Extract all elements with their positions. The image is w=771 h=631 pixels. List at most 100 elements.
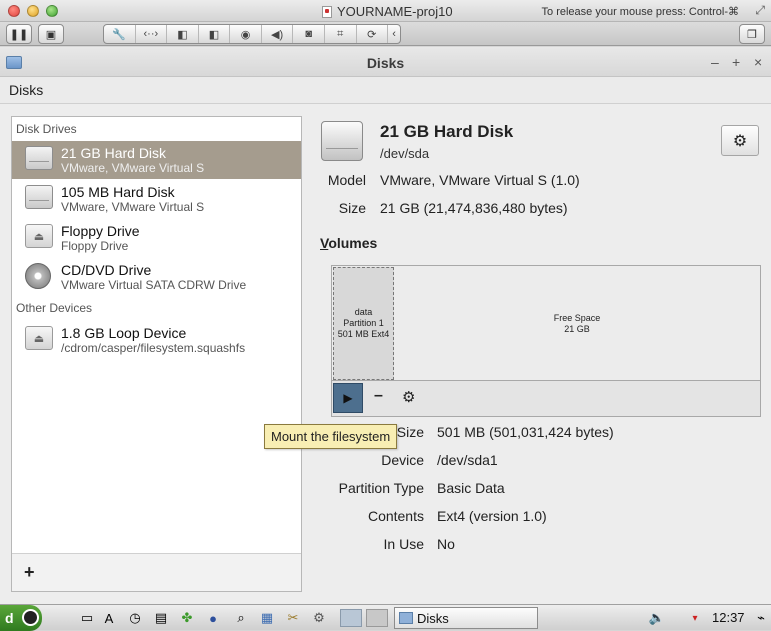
- drive-subtitle: /cdrom/casper/filesystem.squashfs: [61, 341, 246, 355]
- settings-icon[interactable]: ⚙: [310, 609, 328, 627]
- start-orb-icon: [22, 609, 39, 626]
- disk-icon[interactable]: ◧: [199, 25, 231, 43]
- window-icon: ❐: [747, 28, 757, 41]
- hard-disk-icon: [25, 185, 55, 213]
- volume-map: data Partition 1 501 MB Ext4 Free Space …: [331, 265, 761, 381]
- app-menu[interactable]: Disks: [9, 82, 43, 98]
- close-window-button[interactable]: [8, 5, 20, 17]
- prop-label-in-use: In Use: [383, 536, 424, 552]
- disk-device-path: /dev/sda: [380, 146, 430, 161]
- drive-list-panel: Disk Drives 21 GB Hard Disk VMware, VMwa…: [11, 116, 302, 592]
- network-manager-icon[interactable]: ✤: [178, 609, 196, 627]
- eject-icon: ⏏: [25, 224, 55, 252]
- volumes-header: Volumes: [320, 235, 377, 251]
- optical-disc-icon: [25, 263, 55, 291]
- drive-subtitle: Floppy Drive: [61, 239, 129, 253]
- add-disk-image-button[interactable]: +: [24, 562, 35, 583]
- settings-icon: ▣: [45, 28, 57, 41]
- drive-name: Floppy Drive: [61, 223, 140, 239]
- disk-title: 21 GB Hard Disk: [380, 122, 514, 141]
- maximize-button[interactable]: +: [732, 54, 740, 70]
- start-menu-button[interactable]: d: [0, 605, 42, 631]
- free-space-block[interactable]: Free Space 21 GB: [395, 267, 759, 380]
- workspace-1-icon[interactable]: [340, 609, 362, 627]
- drive-name: 1.8 GB Loop Device: [61, 325, 187, 341]
- vm-toolbar: ❚❚ ▣ 🔧 ‹··› ◧ ◧ ◉ ◀︎) ◙ ⌗ ⟳ ‹ ❐: [0, 22, 771, 46]
- power-icon[interactable]: ⌁: [752, 609, 770, 627]
- notes-icon[interactable]: ▤: [152, 609, 170, 627]
- search-icon[interactable]: ⌕: [232, 609, 250, 627]
- taskbar: d ▭ A ◷ ▤ ✤ ● ⌕ ▦ ✂ ⚙ Disks 🔈 ▾ 12:37 ⌁: [0, 604, 771, 631]
- clock-app-icon[interactable]: ◷: [126, 609, 144, 627]
- desktop-icon[interactable]: ▭: [78, 609, 96, 627]
- camera-icon[interactable]: ◙: [293, 25, 325, 43]
- pause-button[interactable]: ❚❚: [6, 24, 32, 44]
- cd-icon[interactable]: ◉: [230, 25, 262, 43]
- network-icon[interactable]: ‹··›: [136, 25, 168, 43]
- drive-name: 21 GB Hard Disk: [61, 145, 167, 161]
- start-label: d: [5, 610, 14, 626]
- volume-icon[interactable]: 🔈: [648, 609, 666, 627]
- drive-list-footer: +: [12, 553, 301, 591]
- vm-title-label: YOURNAME-proj10: [337, 4, 453, 19]
- prop-value-in-use: No: [437, 536, 455, 552]
- disk-settings-button[interactable]: ⚙: [721, 125, 759, 156]
- taskbar-window-label: Disks: [417, 611, 449, 626]
- disk-icon[interactable]: ◧: [167, 25, 199, 43]
- drive-subtitle: VMware, VMware Virtual S: [61, 161, 205, 175]
- workspace-2-icon[interactable]: [366, 609, 388, 627]
- prop-value-size: 501 MB (501,031,424 bytes): [437, 424, 614, 440]
- vm-window-title: YOURNAME-proj10: [322, 4, 453, 19]
- drive-item-cdrom[interactable]: CD/DVD Drive VMware Virtual SATA CDRW Dr…: [12, 258, 301, 296]
- wrench-icon[interactable]: 🔧: [104, 25, 136, 43]
- drive-item-floppy[interactable]: ⏏ Floppy Drive Floppy Drive: [12, 219, 301, 257]
- vm-device-toolbar: 🔧 ‹··› ◧ ◧ ◉ ◀︎) ◙ ⌗ ⟳ ‹: [103, 24, 401, 44]
- minimize-button[interactable]: –: [711, 54, 719, 70]
- taskbar-window-disks[interactable]: Disks: [394, 607, 538, 629]
- size-value: 21 GB (21,474,836,480 bytes): [380, 200, 568, 216]
- clock: 12:37: [712, 610, 745, 625]
- size-label: Size: [338, 200, 366, 216]
- vm-settings-button[interactable]: ▣: [38, 24, 64, 44]
- window-mode-button[interactable]: ❐: [739, 24, 765, 44]
- minimize-window-button[interactable]: [27, 5, 39, 17]
- volume-toolbar: ▶ – ⚙: [331, 381, 761, 417]
- speaker-icon[interactable]: ◀︎): [262, 25, 294, 43]
- drive-item-21gb[interactable]: 21 GB Hard Disk VMware, VMware Virtual S: [12, 141, 301, 179]
- pause-icon: ❚❚: [9, 28, 29, 41]
- close-button[interactable]: ×: [754, 54, 762, 70]
- image-viewer-icon[interactable]: ▦: [258, 609, 276, 627]
- gear-icon: ⚙: [732, 132, 748, 150]
- fullscreen-icon[interactable]: ⤢: [755, 3, 765, 18]
- zoom-window-button[interactable]: [46, 5, 58, 17]
- main-content: Disk Drives 21 GB Hard Disk VMware, VMwa…: [0, 104, 771, 604]
- partition-size: 501 MB Ext4: [337, 329, 390, 339]
- menubar: Disks: [0, 77, 771, 104]
- partition-settings-button[interactable]: ⚙: [402, 388, 415, 406]
- drive-item-loop[interactable]: ⏏ 1.8 GB Loop Device /cdrom/casper/files…: [12, 321, 301, 359]
- tools-icon[interactable]: ✂: [284, 609, 302, 627]
- browser-icon[interactable]: ●: [204, 609, 222, 627]
- gear-icon: ⚙: [402, 389, 416, 406]
- model-value: VMware, VMware Virtual S (1.0): [380, 172, 580, 188]
- prop-value-contents: Ext4 (version 1.0): [437, 508, 547, 524]
- delete-partition-button[interactable]: –: [374, 387, 383, 405]
- drive-name: 105 MB Hard Disk: [61, 184, 175, 200]
- sync-icon[interactable]: ⟳: [357, 25, 389, 43]
- usb-icon[interactable]: ⌗: [325, 25, 357, 43]
- partition-number: Partition 1: [343, 318, 384, 328]
- window-title: Disks: [366, 55, 405, 71]
- document-icon: [322, 6, 332, 18]
- text-editor-icon[interactable]: A: [100, 609, 118, 627]
- drive-subtitle: VMware, VMware Virtual S: [61, 200, 205, 214]
- chevron-left-icon[interactable]: ‹: [388, 25, 400, 43]
- network-status-icon[interactable]: ▾: [686, 609, 704, 627]
- hard-disk-icon: [321, 121, 363, 161]
- disks-app-icon: [399, 612, 413, 624]
- drive-item-105mb[interactable]: 105 MB Hard Disk VMware, VMware Virtual …: [12, 180, 301, 218]
- play-icon: ▶: [343, 391, 353, 405]
- partition-block[interactable]: data Partition 1 501 MB Ext4: [333, 267, 394, 380]
- mount-button[interactable]: ▶: [333, 383, 363, 413]
- model-label: Model: [327, 172, 366, 188]
- drive-name: CD/DVD Drive: [61, 262, 152, 278]
